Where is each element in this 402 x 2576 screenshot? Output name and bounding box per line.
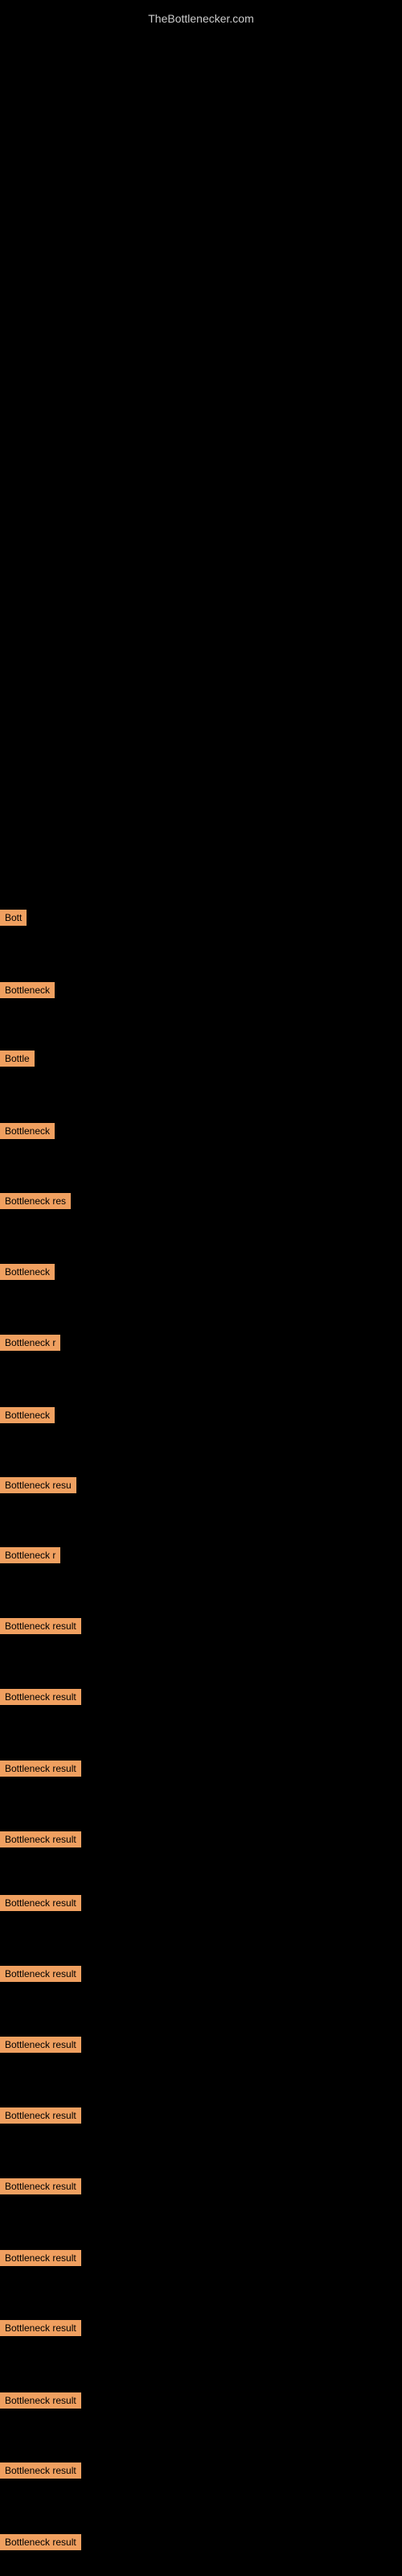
bottleneck-result-label: Bottleneck resu bbox=[0, 1477, 76, 1493]
bottleneck-result-label: Bottleneck bbox=[0, 1407, 55, 1423]
bottleneck-result-label: Bottleneck r bbox=[0, 1547, 60, 1563]
bottleneck-result-label: Bottleneck bbox=[0, 982, 55, 998]
bottleneck-result-label: Bottleneck result bbox=[0, 2320, 81, 2336]
bottleneck-result-label: Bottleneck result bbox=[0, 1618, 81, 1634]
bottleneck-result-label: Bottleneck result bbox=[0, 2392, 81, 2409]
bottleneck-result-label: Bottleneck bbox=[0, 1264, 55, 1280]
bottleneck-result-label: Bottleneck result bbox=[0, 2250, 81, 2266]
bottleneck-result-label: Bottleneck result bbox=[0, 1761, 81, 1777]
site-title: TheBottlenecker.com bbox=[148, 4, 254, 29]
bottleneck-result-label: Bottleneck result bbox=[0, 2107, 81, 2124]
bottleneck-result-label: Bottleneck result bbox=[0, 1895, 81, 1911]
bottleneck-result-label: Bottleneck result bbox=[0, 1966, 81, 1982]
bottleneck-result-label: Bottleneck res bbox=[0, 1193, 71, 1209]
bottleneck-result-label: Bottleneck result bbox=[0, 2178, 81, 2194]
bottleneck-result-label: Bottleneck r bbox=[0, 1335, 60, 1351]
bottleneck-result-label: Bottleneck bbox=[0, 1123, 55, 1139]
bottleneck-result-label: Bottleneck result bbox=[0, 2534, 81, 2550]
bottleneck-result-label: Bottleneck result bbox=[0, 2037, 81, 2053]
bottleneck-result-label: Bottleneck result bbox=[0, 1831, 81, 1847]
bottleneck-result-label: Bottle bbox=[0, 1051, 35, 1067]
bottleneck-result-label: Bottleneck result bbox=[0, 1689, 81, 1705]
bottleneck-result-label: Bott bbox=[0, 910, 27, 926]
bottleneck-result-label: Bottleneck result bbox=[0, 2462, 81, 2479]
